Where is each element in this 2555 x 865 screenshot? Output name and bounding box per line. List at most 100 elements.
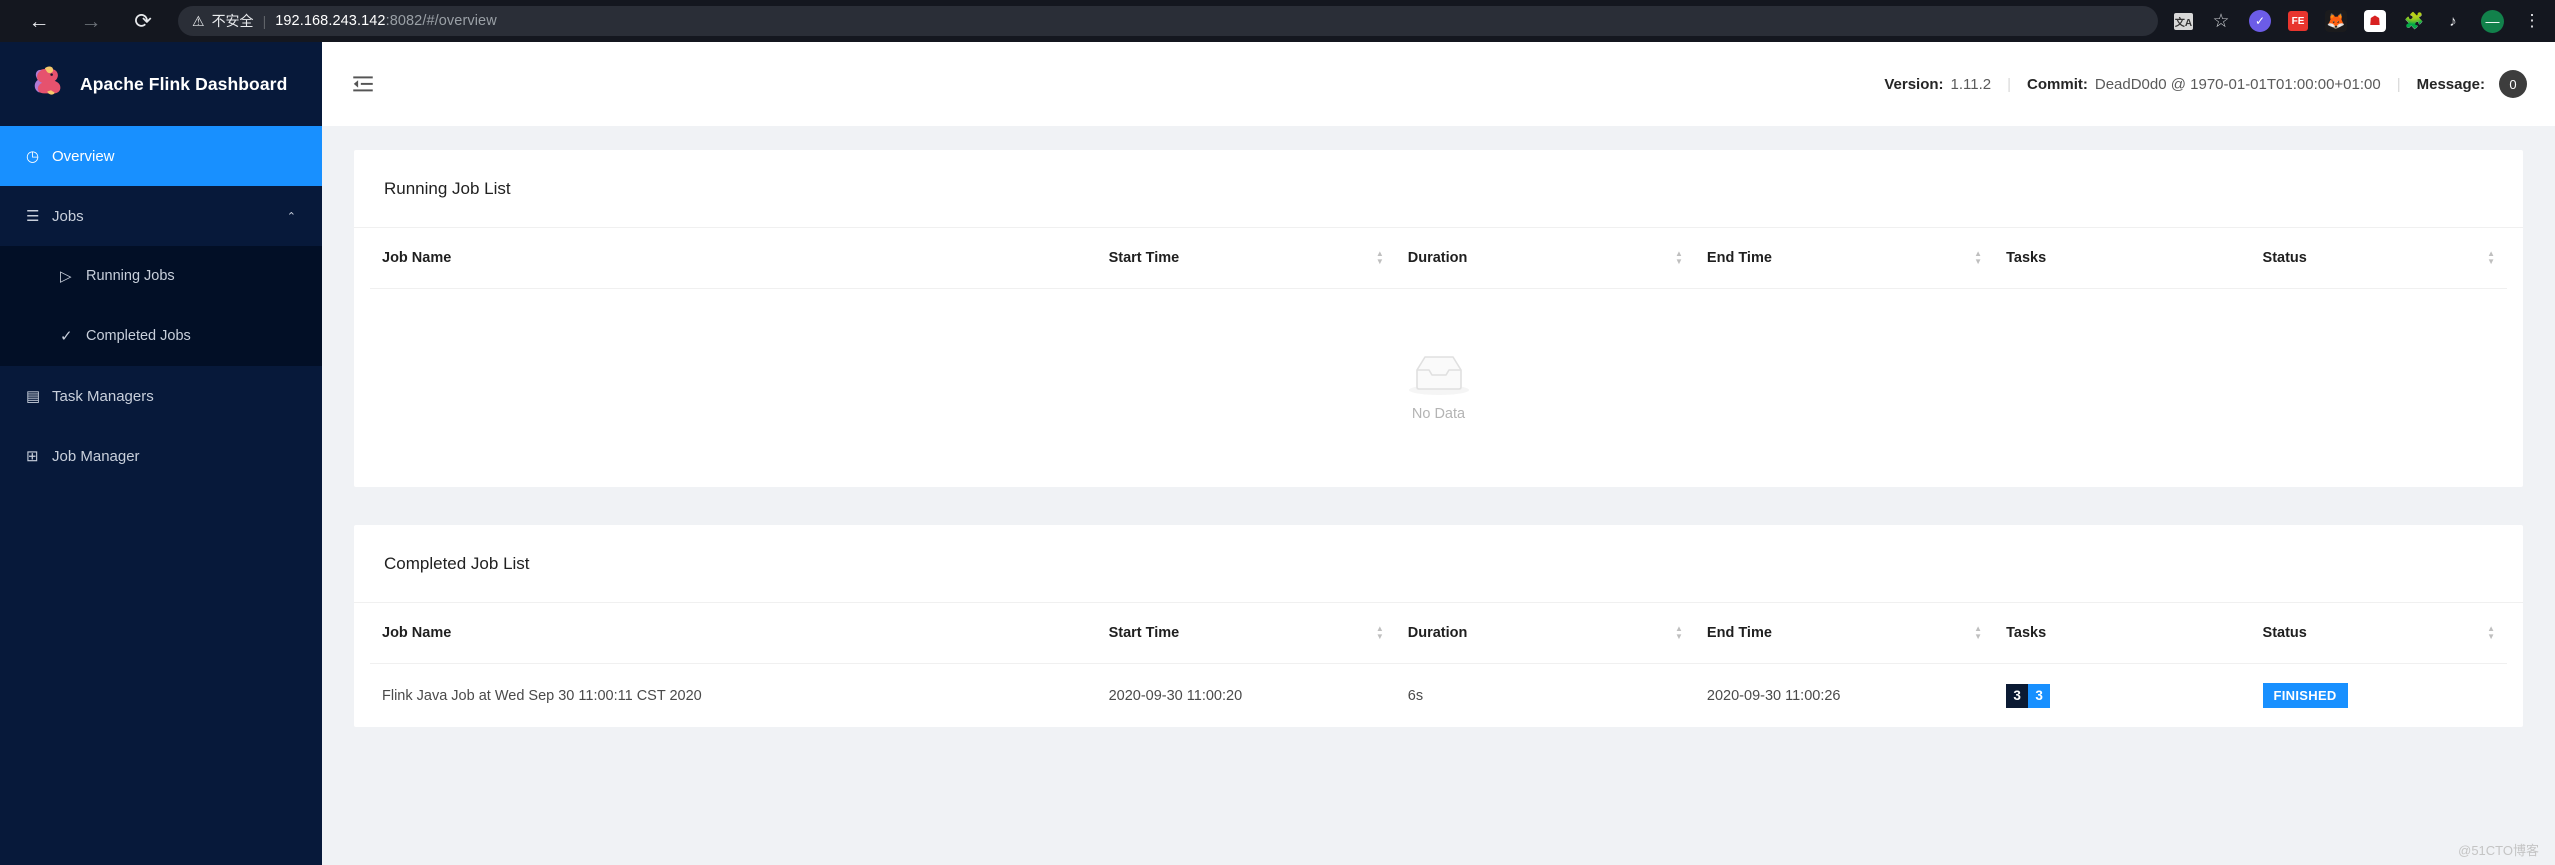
column-header-job-name: Job Name <box>370 603 1097 664</box>
status-badge: FINISHED <box>2262 683 2348 708</box>
commit-label: Commit: <box>2027 75 2088 93</box>
cell-tasks: 3 3 <box>1994 664 2250 728</box>
extension-network-icon[interactable]: ☗ <box>2364 10 2386 32</box>
url-host: 192.168.243.142 <box>275 13 386 29</box>
completed-job-table: Job Name Start Time ▲ ▼ Duration ▲ ▼ End… <box>370 603 2507 727</box>
chevron-up-icon[interactable]: ⌃ <box>287 210 296 223</box>
table-header-row: Job Name Start Time ▲ ▼ Duration ▲ ▼ End… <box>370 228 2507 289</box>
sort-toggle-icon[interactable]: ▲ ▼ <box>1974 250 1982 266</box>
message-count-badge[interactable]: 0 <box>2499 70 2527 98</box>
column-header-end-time[interactable]: End Time ▲ ▼ <box>1694 603 1995 664</box>
browser-toolbar: ← → ⟳ ⚠ 不安全 | 192.168.243.142:8082/#/ove… <box>0 0 2555 42</box>
topbar-separator: | <box>2007 75 2012 93</box>
task-chip-total: 3 <box>2006 683 2029 708</box>
sidebar-item-task-managers[interactable]: ▤ Task Managers <box>0 366 322 426</box>
reload-icon[interactable]: ⟳ <box>130 8 156 34</box>
browser-nav-buttons: ← → ⟳ <box>14 8 156 34</box>
sort-toggle-icon[interactable]: ▲ ▼ <box>2487 250 2495 266</box>
browser-extension-icons: 文A ☆ ✓ FE 🦊 ☗ 🧩 ♪ — ⋮ <box>2174 9 2543 33</box>
column-header-label: Start Time <box>1108 625 1180 641</box>
play-circle-icon: ▷ <box>60 268 72 285</box>
omnibox-separator: | <box>262 13 267 29</box>
column-header-status[interactable]: Status ▲ ▼ <box>2250 603 2507 664</box>
menu-fold-icon[interactable] <box>350 71 376 97</box>
reading-list-icon[interactable]: ♪ <box>2442 10 2464 32</box>
sort-toggle-icon[interactable]: ▲ ▼ <box>1376 250 1384 266</box>
sort-toggle-icon[interactable]: ▲ ▼ <box>1675 250 1683 266</box>
column-header-label: Status <box>2262 625 2307 641</box>
running-job-table: Job Name Start Time ▲ ▼ Duration ▲ ▼ End… <box>370 228 2507 289</box>
column-header-duration[interactable]: Duration ▲ ▼ <box>1395 603 1695 664</box>
watermark: @51CTO博客 <box>2458 843 2539 858</box>
content-topbar: Version: 1.11.2 | Commit: DeadD0d0 @ 197… <box>322 42 2555 126</box>
sidebar-item-overview[interactable]: ◷ Overview <box>0 126 322 186</box>
column-header-end-time[interactable]: End Time ▲ ▼ <box>1694 228 1995 289</box>
cell-status: FINISHED <box>2251 664 2507 728</box>
message-label: Message: <box>2416 75 2485 93</box>
inbox-icon <box>1408 356 1469 395</box>
column-header-label: Duration <box>1407 625 1468 641</box>
table-header-row: Job Name Start Time ▲ ▼ Duration ▲ ▼ End… <box>370 603 2507 664</box>
column-header-duration[interactable]: Duration ▲ ▼ <box>1395 228 1695 289</box>
sidebar-item-jobs[interactable]: ☰ Jobs ⌃ <box>0 186 322 246</box>
topbar-separator: | <box>2396 75 2401 93</box>
back-icon[interactable]: ← <box>26 8 52 34</box>
sidebar-item-label: Completed Jobs <box>86 328 191 344</box>
extension-check-icon[interactable]: ✓ <box>2249 10 2271 32</box>
running-job-list-table-wrap: Job Name Start Time ▲ ▼ Duration ▲ ▼ End… <box>354 228 2523 487</box>
translate-icon[interactable]: 文A <box>2174 12 2193 30</box>
sidebar-item-label: Task Managers <box>52 387 154 405</box>
running-jobs-empty-state: No Data <box>370 289 2507 487</box>
brand-header: Apache Flink Dashboard <box>0 42 322 126</box>
column-header-start-time[interactable]: Start Time ▲ ▼ <box>1096 228 1396 289</box>
forward-icon[interactable]: → <box>78 8 104 34</box>
column-header-tasks: Tasks <box>1994 603 2251 664</box>
column-header-label: End Time <box>1706 625 1772 641</box>
task-manager-icon: ▤ <box>26 388 41 405</box>
sidebar-item-running-jobs[interactable]: ▷ Running Jobs <box>0 246 322 306</box>
column-header-label: Start Time <box>1108 250 1180 266</box>
completed-job-list-title: Completed Job List <box>354 525 2523 603</box>
cell-job-name[interactable]: Flink Java Job at Wed Sep 30 11:00:11 CS… <box>370 664 1097 728</box>
job-manager-icon: ⊞ <box>26 448 39 465</box>
column-header-status[interactable]: Status ▲ ▼ <box>2250 228 2507 289</box>
version-value: 1.11.2 <box>1950 75 1992 93</box>
commit-value: DeadD0d0 @ 1970-01-01T01:00:00+01:00 <box>2094 75 2381 93</box>
sidebar-item-job-manager[interactable]: ⊞ Job Manager <box>0 426 322 486</box>
running-job-list-title: Running Job List <box>354 150 2523 228</box>
address-bar[interactable]: ⚠ 不安全 | 192.168.243.142:8082/#/overview <box>178 6 2158 36</box>
sidebar-item-label: Job Manager <box>52 447 140 465</box>
security-status-text: 不安全 <box>211 13 254 29</box>
column-header-label: Status <box>2262 250 2307 266</box>
version-label: Version: <box>1884 75 1944 93</box>
column-header-start-time[interactable]: Start Time ▲ ▼ <box>1096 603 1396 664</box>
cell-start-time: 2020-09-30 11:00:20 <box>1108 687 1243 704</box>
extensions-puzzle-icon[interactable]: 🧩 <box>2403 10 2425 32</box>
dashboard-icon: ◷ <box>26 148 40 165</box>
dashboard-body: Running Job List Job Name Start Time ▲ ▼… <box>322 126 2555 865</box>
running-job-list-card: Running Job List Job Name Start Time ▲ ▼… <box>354 150 2523 487</box>
sort-toggle-icon[interactable]: ▲ ▼ <box>2487 625 2495 641</box>
brand-title: Apache Flink Dashboard <box>80 73 288 94</box>
flink-squirrel-logo <box>34 66 61 95</box>
task-chip-finished: 3 <box>2028 683 2051 708</box>
extension-fe-icon[interactable]: FE <box>2288 11 2308 31</box>
main-content: Version: 1.11.2 | Commit: DeadD0d0 @ 197… <box>322 42 2555 865</box>
extension-fox-icon[interactable]: 🦊 <box>2325 10 2347 32</box>
profile-avatar-icon[interactable]: — <box>2481 9 2504 33</box>
column-header-label: Tasks <box>2006 250 2047 266</box>
sidebar-item-completed-jobs[interactable]: ✓ Completed Jobs <box>0 306 322 366</box>
version-info: Version: 1.11.2 | Commit: DeadD0d0 @ 197… <box>1884 70 2527 98</box>
column-header-label: End Time <box>1706 250 1772 266</box>
empty-state-text: No Data <box>1411 406 1466 422</box>
sort-toggle-icon[interactable]: ▲ ▼ <box>1675 625 1683 641</box>
sort-toggle-icon[interactable]: ▲ ▼ <box>1376 625 1384 641</box>
sidebar-item-label: Running Jobs <box>86 268 175 284</box>
table-row[interactable]: Flink Java Job at Wed Sep 30 11:00:11 CS… <box>370 664 2507 728</box>
sidebar-item-label: Overview <box>52 147 115 165</box>
bookmark-star-icon[interactable]: ☆ <box>2210 10 2232 32</box>
chrome-menu-icon[interactable]: ⋮ <box>2521 10 2543 32</box>
column-header-job-name: Job Name <box>370 228 1097 289</box>
sort-toggle-icon[interactable]: ▲ ▼ <box>1974 625 1982 641</box>
not-secure-warning-icon: ⚠ <box>192 13 205 29</box>
